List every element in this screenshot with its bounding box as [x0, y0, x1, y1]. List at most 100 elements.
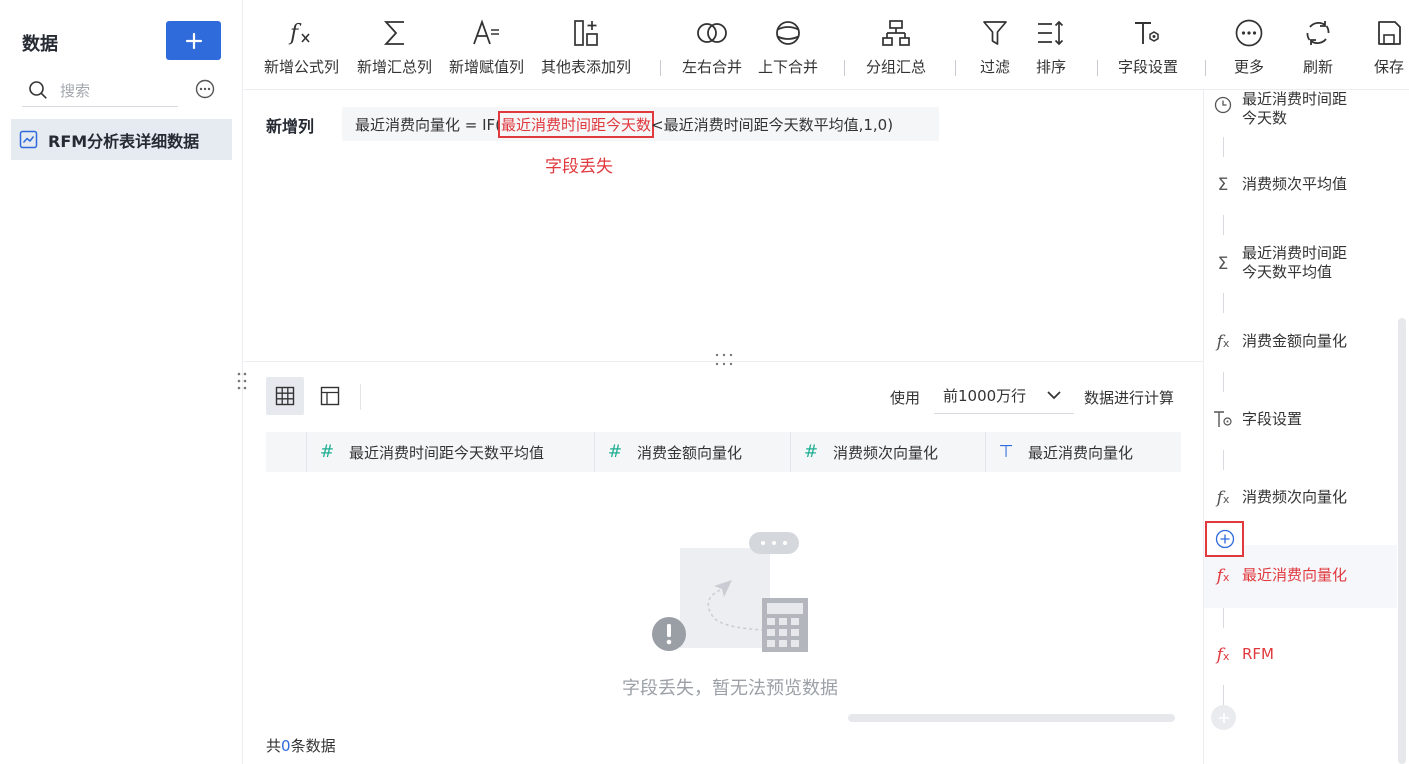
- add-data-button[interactable]: [166, 21, 221, 60]
- step-connector: [1223, 608, 1224, 628]
- step-label: 字段设置: [1242, 410, 1303, 428]
- table-header-cell[interactable]: # 消费金额向量化: [595, 432, 791, 472]
- row-limit-select[interactable]: 前1000万行: [934, 378, 1074, 414]
- new-column-label: 新增列: [266, 117, 315, 136]
- step-connector: [1223, 137, 1224, 157]
- sidebar-item-label: RFM分析表详细数据: [48, 131, 200, 151]
- grid-view-button[interactable]: [266, 377, 304, 415]
- table-header-cell[interactable]: ⊤ 最近消费向量化: [986, 432, 1181, 472]
- step-label: 消费金额向量化: [1242, 332, 1348, 350]
- step-item[interactable]: fx 消费金额向量化: [1204, 332, 1397, 354]
- merge-horizontal-icon: [697, 23, 727, 43]
- assign-value-icon: [472, 19, 499, 45]
- formula-icon: fx: [1216, 645, 1230, 665]
- sidebar-more-button[interactable]: [195, 79, 215, 103]
- app-root: 数据 搜索 RFM分析表详细数据 f 新增公式列 新增汇总列 新增赋值列 其他表…: [0, 0, 1409, 764]
- add-summary-column-button[interactable]: 新增汇总列: [357, 14, 432, 77]
- step-item[interactable]: fx 消费频次向量化: [1204, 488, 1397, 510]
- sidebar-search[interactable]: 搜索: [22, 74, 178, 107]
- add-column-from-other-table-button[interactable]: 其他表添加列: [541, 14, 631, 77]
- add-column-icon: [574, 20, 598, 46]
- formula-suffix: <最近消费时间距今天数平均值,1,0): [651, 115, 894, 134]
- plus-icon: [185, 32, 202, 49]
- step-label: 最近消费时间距 今天数平均值: [1242, 244, 1347, 282]
- step-connector: [1223, 372, 1224, 392]
- sidebar-item-rfm[interactable]: RFM分析表详细数据: [11, 119, 232, 160]
- toolbar-label: 保存: [1374, 58, 1405, 76]
- insert-step-button[interactable]: [1205, 521, 1244, 557]
- step-connector: [1223, 293, 1224, 313]
- pane-resize-handle[interactable]: [714, 352, 734, 372]
- compute-suffix-label: 数据进行计算: [1084, 389, 1175, 407]
- preview-table-header: # 最近消费时间距今天数平均值 # 消费金额向量化 # 消费频次向量化 ⊤ 最近…: [266, 432, 1181, 472]
- toolbar-divider: [844, 60, 845, 76]
- sigma-icon: Σ: [1217, 175, 1229, 195]
- refresh-button[interactable]: 刷新: [1303, 14, 1333, 77]
- add-formula-column-button[interactable]: f 新增公式列: [264, 14, 339, 77]
- toolbar: f 新增公式列 新增汇总列 新增赋值列 其他表添加列 左右合并 上下合并 分组汇…: [244, 0, 1409, 90]
- sort-button[interactable]: 排序: [1036, 14, 1066, 77]
- row-count-suffix: 条数据: [290, 737, 336, 755]
- step-connector: [1223, 450, 1224, 470]
- group-summary-button[interactable]: 分组汇总: [866, 14, 926, 77]
- formula-icon: fx: [1216, 332, 1230, 352]
- field-settings-button[interactable]: 字段设置: [1118, 14, 1178, 77]
- merge-vertical-icon: [776, 21, 800, 45]
- step-item[interactable]: 最近消费时间距 今天数: [1204, 90, 1397, 128]
- sigma-icon: Σ: [1217, 254, 1229, 274]
- toolbar-label: 字段设置: [1118, 58, 1179, 76]
- formula-prefix: 最近消费向量化 = IF(: [355, 115, 502, 134]
- step-label: RFM: [1242, 645, 1274, 663]
- toolbar-label: 上下合并: [758, 58, 819, 76]
- merge-top-bottom-button[interactable]: 上下合并: [758, 14, 818, 77]
- horizontal-scrollbar[interactable]: [848, 714, 1175, 722]
- refresh-icon: [1306, 21, 1330, 45]
- toolbar-label: 过滤: [980, 58, 1011, 76]
- table-header-cell[interactable]: # 消费频次向量化: [791, 432, 986, 472]
- step-item[interactable]: 字段设置: [1204, 410, 1397, 433]
- toolbar-label: 更多: [1234, 58, 1265, 76]
- drag-handle-icon: [237, 372, 247, 390]
- merge-left-right-button[interactable]: 左右合并: [682, 14, 742, 77]
- row-count-prefix: 共: [266, 737, 282, 755]
- column-header-label: 最近消费时间距今天数平均值: [349, 443, 545, 462]
- column-header-label: 消费金额向量化: [637, 443, 743, 462]
- add-step-button[interactable]: [1211, 705, 1236, 730]
- column-header-label: 最近消费向量化: [1028, 443, 1134, 462]
- toolbar-divider: [1205, 60, 1206, 76]
- step-label: 消费频次平均值: [1242, 175, 1348, 193]
- view-divider: [360, 384, 361, 410]
- drag-handle-icon: [715, 353, 733, 366]
- step-label: 最近消费向量化: [1242, 566, 1348, 584]
- search-input[interactable]: 搜索: [60, 80, 90, 101]
- toolbar-label: 排序: [1036, 58, 1067, 76]
- filter-button[interactable]: 过滤: [980, 14, 1010, 77]
- formula-expression[interactable]: 最近消费向量化 = IF(最近消费时间距今天数 <最近消费时间距今天数平均值,1,…: [342, 107, 939, 141]
- group-summary-icon: [882, 20, 910, 46]
- toolbar-label: 新增汇总列: [357, 58, 433, 76]
- formula-icon: f: [288, 21, 310, 46]
- ellipsis-circle-icon: [195, 79, 215, 99]
- toolbar-label: 新增赋值列: [449, 58, 525, 76]
- vertical-scrollbar[interactable]: [1398, 318, 1406, 764]
- chart-table-icon: [19, 130, 38, 149]
- grid-icon: [275, 386, 295, 406]
- layout-view-button[interactable]: [311, 377, 349, 415]
- empty-state-message: 字段丢失，暂无法预览数据: [622, 678, 838, 699]
- missing-field-reference[interactable]: 最近消费时间距今天数: [498, 110, 655, 138]
- step-connector: [1223, 685, 1224, 705]
- save-button[interactable]: 保存: [1374, 14, 1404, 77]
- add-assign-column-button[interactable]: 新增赋值列: [449, 14, 524, 77]
- search-icon: [29, 81, 47, 99]
- more-button[interactable]: 更多: [1234, 14, 1264, 77]
- step-item[interactable]: fx RFM: [1204, 645, 1397, 667]
- field-settings-icon: [1204, 410, 1242, 433]
- step-label-line: 今天数平均值: [1242, 263, 1333, 281]
- row-count: 共0条数据: [266, 735, 336, 756]
- sidebar-resize-handle[interactable]: [236, 371, 248, 395]
- step-item[interactable]: Σ 最近消费时间距 今天数平均值: [1204, 244, 1397, 282]
- step-item[interactable]: Σ 消费频次平均值: [1204, 175, 1397, 195]
- step-label-line: 今天数: [1242, 109, 1288, 127]
- table-header-cell[interactable]: # 最近消费时间距今天数平均值: [307, 432, 595, 472]
- row-count-value: 0: [281, 737, 291, 755]
